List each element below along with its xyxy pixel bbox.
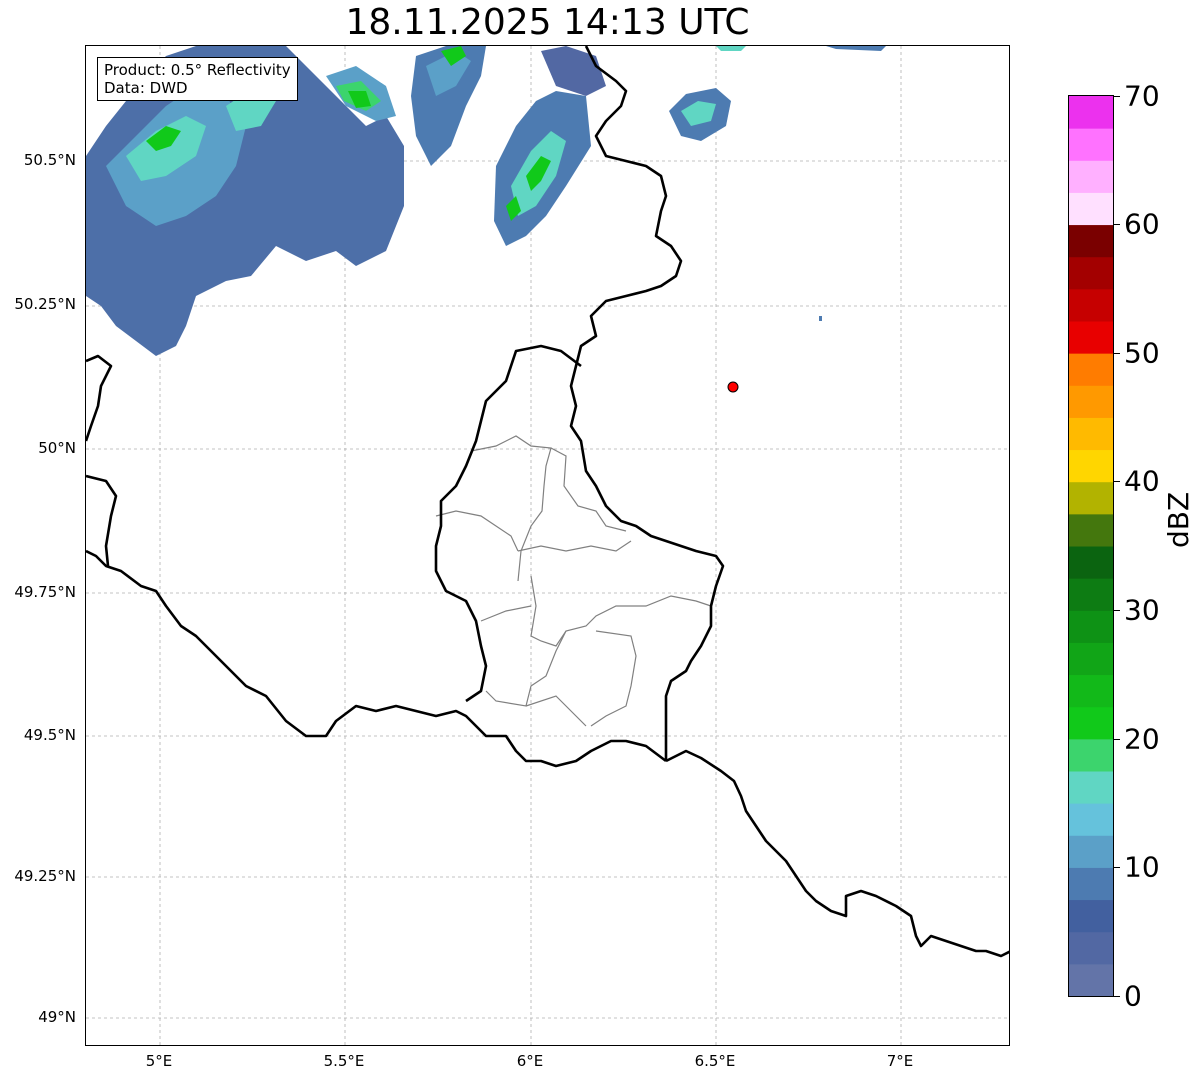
- colorbar-segment: [1069, 803, 1113, 836]
- radar-site-marker[interactable]: [727, 381, 739, 393]
- colorbar-segment: [1069, 835, 1113, 868]
- colorbar-tick: [1114, 224, 1120, 225]
- colorbar-segment: [1069, 642, 1113, 676]
- lon-label: 5.5°E: [323, 1052, 365, 1070]
- colorbar-segment: [1069, 128, 1113, 161]
- lat-label: 49.25°N: [14, 867, 76, 885]
- colorbar-scale: [1069, 96, 1113, 996]
- colorbar-tick: [1114, 996, 1120, 997]
- colorbar-tick-label: 30: [1124, 593, 1160, 627]
- colorbar-segment: [1069, 899, 1113, 933]
- colorbar-segment: [1069, 867, 1113, 901]
- colorbar-tick-label: 70: [1124, 79, 1160, 113]
- lat-label: 50.25°N: [14, 295, 76, 313]
- colorbar-segment: [1069, 674, 1113, 708]
- lat-label: 49.75°N: [14, 583, 76, 601]
- colorbar-segment: [1069, 288, 1113, 322]
- lon-label: 5°E: [145, 1052, 173, 1070]
- colorbar: [1068, 95, 1114, 997]
- lat-label: 49.5°N: [23, 726, 76, 744]
- colorbar-segment: [1069, 353, 1113, 386]
- colorbar-segment: [1069, 578, 1113, 611]
- colorbar-segment: [1069, 224, 1113, 258]
- colorbar-tick: [1114, 610, 1120, 611]
- colorbar-segment: [1069, 513, 1113, 547]
- colorbar-segment: [1069, 385, 1113, 418]
- colorbar-segment: [1069, 738, 1113, 772]
- colorbar-tick: [1114, 481, 1120, 482]
- colorbar-tick: [1114, 867, 1120, 868]
- radar-map[interactable]: [85, 45, 1010, 1046]
- product-info-box: Product: 0.5° Reflectivity Data: DWD: [97, 57, 298, 101]
- colorbar-segment: [1069, 610, 1113, 643]
- colorbar-segment: [1069, 481, 1113, 515]
- map-canvas: [86, 46, 1009, 1045]
- colorbar-tick: [1114, 353, 1120, 354]
- lon-label: 6°E: [516, 1052, 544, 1070]
- colorbar-unit-label: dBZ: [1162, 491, 1195, 548]
- colorbar-segment: [1069, 931, 1113, 965]
- lat-label: 50°N: [38, 439, 76, 457]
- colorbar-segment: [1069, 963, 1113, 996]
- colorbar-tick-label: 50: [1124, 336, 1160, 370]
- colorbar-tick-label: 10: [1124, 850, 1160, 884]
- map-title: 18.11.2025 14:13 UTC: [345, 2, 750, 43]
- colorbar-segment: [1069, 192, 1113, 226]
- lat-label: 50.5°N: [23, 151, 76, 169]
- colorbar-tick-label: 20: [1124, 722, 1160, 756]
- colorbar-tick: [1114, 739, 1120, 740]
- colorbar-segment: [1069, 321, 1113, 354]
- colorbar-tick-label: 0: [1124, 979, 1142, 1013]
- source-line: Data: DWD: [104, 79, 188, 97]
- lon-label: 7°E: [886, 1052, 914, 1070]
- colorbar-segment: [1069, 449, 1113, 483]
- colorbar-segment: [1069, 771, 1113, 804]
- colorbar-tick-label: 60: [1124, 207, 1160, 241]
- colorbar-segment: [1069, 160, 1113, 193]
- colorbar-segment: [1069, 546, 1113, 579]
- colorbar-segment: [1069, 256, 1113, 290]
- colorbar-tick: [1114, 96, 1120, 97]
- lon-label: 6.5°E: [694, 1052, 736, 1070]
- colorbar-segment: [1069, 96, 1113, 129]
- lat-label: 49°N: [38, 1008, 76, 1026]
- product-line: Product: 0.5° Reflectivity: [104, 61, 291, 79]
- colorbar-segment: [1069, 417, 1113, 451]
- colorbar-tick-label: 40: [1124, 464, 1160, 498]
- colorbar-segment: [1069, 706, 1113, 740]
